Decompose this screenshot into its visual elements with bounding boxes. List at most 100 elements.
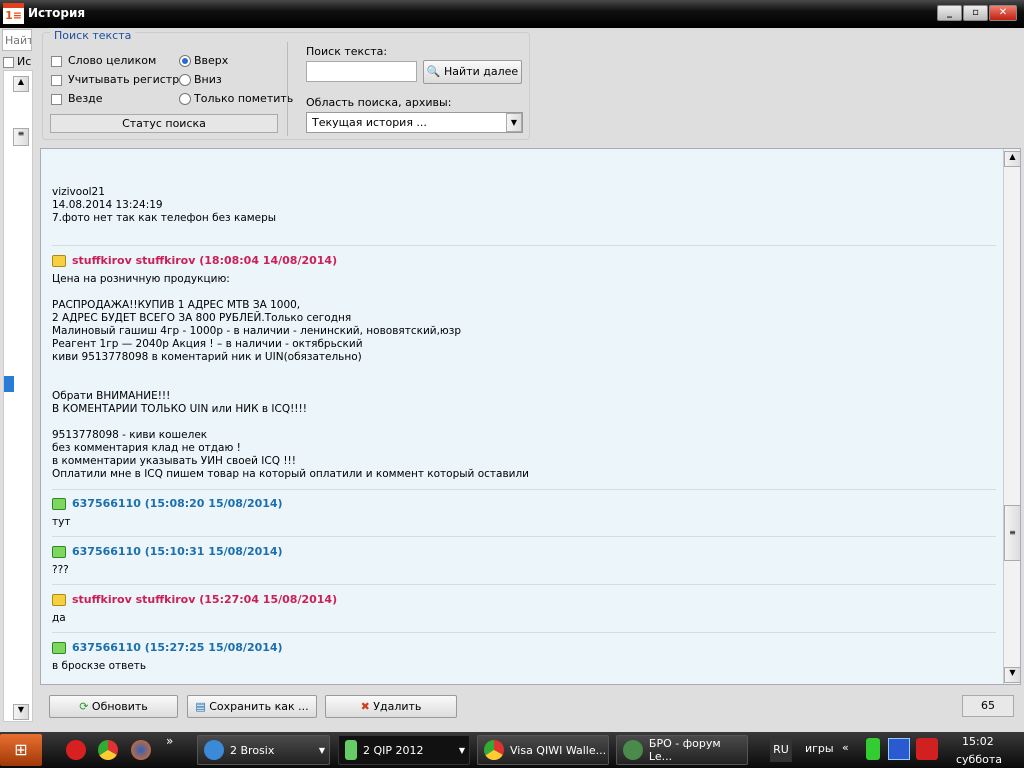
- firefox-icon[interactable]: [131, 740, 151, 760]
- refresh-icon: ⟳: [79, 700, 89, 713]
- chat-scrollbar[interactable]: ▲ ≡ ▼: [1003, 149, 1020, 684]
- match-case-label: Учитывать регистр: [68, 73, 180, 86]
- group-divider: [287, 42, 288, 136]
- task-label: 2 Brosix: [230, 743, 275, 757]
- clock-time[interactable]: 15:02: [962, 735, 994, 748]
- save-as-button[interactable]: ▤ Сохранить как ...: [187, 695, 317, 718]
- search-text-input[interactable]: [306, 61, 417, 82]
- contact-list[interactable]: ▲ ≡ ▼: [3, 70, 33, 722]
- user-card-icon: [52, 255, 66, 267]
- chevron-down-icon[interactable]: ▼: [506, 113, 522, 132]
- everywhere-label: Везде: [68, 92, 103, 105]
- globe-icon: [623, 740, 643, 760]
- chat-history[interactable]: vizivool21 14.08.2014 13:24:19 7.фото не…: [40, 148, 1021, 685]
- scroll-thumb[interactable]: ≡: [1004, 505, 1020, 561]
- title-bar: 1≡ История _ ▫ ✕: [0, 0, 1024, 28]
- search-scope-select[interactable]: Текущая история ... ▼: [306, 112, 523, 133]
- direction-up-radio[interactable]: Вверх: [179, 51, 293, 70]
- task-brosix[interactable]: 2 Brosix ▼: [197, 735, 330, 765]
- start-button[interactable]: ⊞: [0, 734, 42, 766]
- message-header-text: stuffkirov stuffkirov (15:27:04 15/08/20…: [72, 593, 338, 606]
- direction-down-radio[interactable]: Вниз: [179, 70, 293, 89]
- message-text: Цена на розничную продукцию: РАСПРОДАЖА!…: [52, 273, 529, 480]
- scroll-down-button[interactable]: ▼: [1004, 667, 1020, 683]
- message-separator: [52, 584, 996, 585]
- find-next-label: Найти далее: [444, 65, 519, 78]
- quicklaunch-2008-icon[interactable]: [66, 740, 86, 760]
- message-header: 637566110 (15:10:31 15/08/2014): [52, 545, 996, 559]
- save-as-label: Сохранить как ...: [209, 700, 309, 713]
- save-icon: ▤: [195, 700, 206, 713]
- message-separator: [52, 489, 996, 490]
- task-label: БРО - форум Le...: [648, 737, 721, 763]
- mark-only-label: Только пометить: [194, 92, 294, 105]
- network-icon[interactable]: [888, 738, 910, 760]
- scroll-down-button[interactable]: ▼: [13, 704, 29, 720]
- whole-word-label: Слово целиком: [68, 54, 157, 67]
- match-case-checkbox[interactable]: Учитывать регистр: [51, 70, 179, 89]
- qip-icon: [345, 740, 357, 760]
- scroll-up-button[interactable]: ▲: [13, 76, 29, 92]
- games-toolbar[interactable]: игры: [805, 742, 834, 755]
- message-header: stuffkirov stuffkirov (15:27:04 15/08/20…: [52, 593, 996, 607]
- qip-tray-icon[interactable]: [866, 738, 880, 760]
- message-separator: [52, 632, 996, 633]
- find-next-button[interactable]: 🔍 Найти далее: [423, 60, 522, 84]
- maximize-button[interactable]: ▫: [963, 5, 988, 21]
- chrome-icon: [484, 740, 504, 760]
- user-card-icon: [52, 546, 66, 558]
- message-header-text: 637566110 (15:08:20 15/08/2014): [72, 497, 283, 510]
- refresh-button[interactable]: ⟳ Обновить: [49, 695, 178, 718]
- quicklaunch-more-button[interactable]: »: [166, 734, 173, 748]
- task-label: Visa QIWI Walle...: [510, 743, 607, 757]
- message-text: в броскзе ответь: [52, 660, 147, 672]
- message-header: stuffkirov stuffkirov (18:08:04 14/08/20…: [52, 254, 996, 268]
- search-scope-label: Область поиска, архивы:: [306, 96, 452, 109]
- direction-up-label: Вверх: [194, 54, 229, 67]
- magnifier-icon: 🔍: [426, 65, 441, 78]
- task-qip[interactable]: 2 QIP 2012 ▼: [338, 735, 470, 765]
- message-count: 65: [962, 695, 1014, 717]
- scroll-up-button[interactable]: ▲: [1004, 151, 1020, 167]
- message-header-text: 637566110 (15:27:25 15/08/2014): [72, 641, 283, 654]
- search-scope-value: Текущая история ...: [312, 116, 427, 129]
- everywhere-checkbox[interactable]: Везде: [51, 89, 179, 108]
- clock-day: суббота: [956, 753, 1003, 766]
- message-text: ???: [52, 564, 69, 576]
- whole-word-checkbox[interactable]: Слово целиком: [51, 51, 179, 70]
- brosix-icon: [204, 740, 224, 760]
- message-text: да: [52, 612, 66, 624]
- language-indicator[interactable]: RU: [770, 738, 792, 762]
- scroll-thumb[interactable]: ≡: [13, 128, 29, 146]
- search-status: Статус поиска: [50, 114, 278, 133]
- message-header-text: stuffkirov stuffkirov (18:08:04 14/08/20…: [72, 254, 338, 267]
- selected-contact-marker: [4, 376, 14, 392]
- history-checkbox[interactable]: Ис: [3, 55, 31, 68]
- message-separator: [52, 245, 996, 246]
- message-text: vizivool21 14.08.2014 13:24:19 7.фото не…: [52, 186, 277, 224]
- direction-down-label: Вниз: [194, 73, 222, 86]
- contact-search-input[interactable]: [2, 29, 32, 51]
- message-header-text: 637566110 (15:10:31 15/08/2014): [72, 545, 283, 558]
- history-checkbox-label: Ис: [17, 55, 32, 68]
- refresh-label: Обновить: [91, 700, 148, 713]
- chrome-icon[interactable]: [98, 740, 118, 760]
- message-text: тут: [52, 516, 71, 528]
- user-card-icon: [52, 498, 66, 510]
- delete-icon: ✖: [360, 700, 370, 713]
- close-button[interactable]: ✕: [989, 5, 1017, 21]
- user-card-icon: [52, 594, 66, 606]
- minimize-button[interactable]: _: [937, 5, 962, 21]
- window-title: История: [28, 6, 86, 20]
- taskbar: ⊞ » 2 Brosix ▼ 2 QIP 2012 ▼ Visa QIWI Wall…: [0, 732, 1024, 768]
- tray-app-icon[interactable]: [916, 738, 938, 760]
- delete-button[interactable]: ✖ Удалить: [325, 695, 457, 718]
- tray-expand-button[interactable]: «: [842, 741, 849, 754]
- mark-only-radio[interactable]: Только пометить: [179, 89, 293, 108]
- task-chrome-qiwi[interactable]: Visa QIWI Walle...: [477, 735, 609, 765]
- task-label: 2 QIP 2012: [363, 743, 424, 757]
- task-bro-forum[interactable]: БРО - форум Le...: [616, 735, 748, 765]
- message-header: 637566110 (15:27:25 15/08/2014): [52, 641, 996, 655]
- message-separator: [52, 536, 996, 537]
- search-group-legend: Поиск текста: [50, 29, 136, 42]
